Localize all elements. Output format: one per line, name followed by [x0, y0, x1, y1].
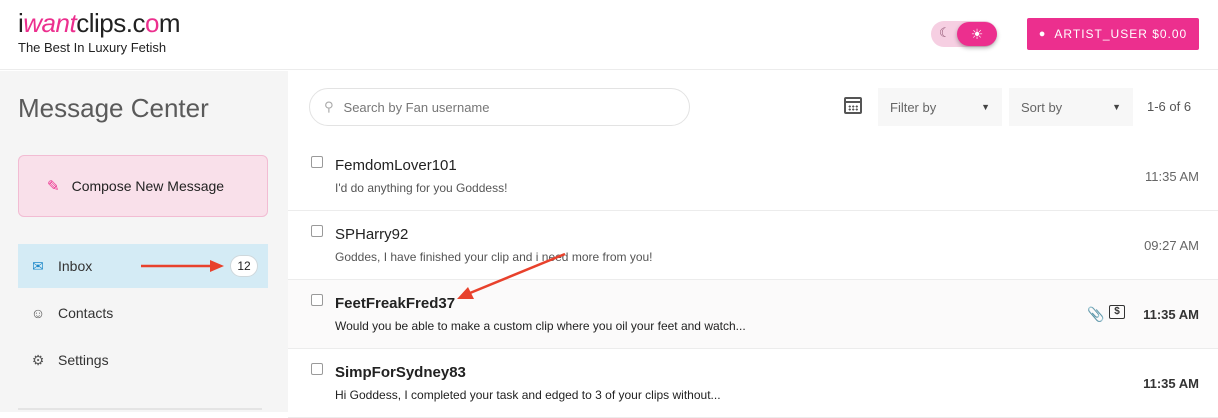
message-preview: Would you be able to make a custom clip …	[335, 319, 746, 333]
message-checkbox[interactable]	[311, 363, 323, 375]
tip-icon: $	[1109, 305, 1125, 319]
chevron-down-icon: ▼	[1112, 102, 1121, 112]
user-account-button[interactable]: ● ARTIST_USER $0.00	[1027, 18, 1199, 50]
compose-label: Compose New Message	[71, 178, 225, 194]
moon-icon: ☾	[939, 25, 951, 40]
message-time: 11:35 AM	[1143, 307, 1199, 322]
message-checkbox[interactable]	[311, 156, 323, 168]
chevron-down-icon: ▼	[981, 102, 990, 112]
sidebar: Message Center ✎ Compose New Message ✉ I…	[0, 71, 288, 412]
gear-icon: ⚙	[31, 351, 45, 368]
pagination-count: 1-6 of 6	[1147, 99, 1192, 114]
mail-icon: ✉	[32, 257, 44, 274]
sender-name: SimpForSydney83	[335, 364, 466, 381]
paperclip-icon: 📎	[1087, 306, 1105, 322]
message-preview: Hi Goddess, I completed your task and ed…	[335, 388, 721, 402]
sun-icon: ☀	[957, 22, 997, 46]
sender-name: FeetFreakFred37	[335, 295, 456, 312]
contacts-icon: ☺	[30, 305, 46, 321]
message-row[interactable]: SimpForSydney83 Hi Goddess, I completed …	[288, 349, 1218, 418]
sidebar-item-label: Settings	[58, 352, 109, 368]
logo[interactable]: iwantclips.com	[18, 8, 181, 38]
calendar-icon[interactable]	[844, 97, 862, 114]
compose-button[interactable]: ✎ Compose New Message	[18, 155, 268, 217]
user-account-label: ARTIST_USER $0.00	[1054, 27, 1188, 41]
top-header: iwantclips.com The Best In Luxury Fetish…	[0, 0, 1218, 70]
message-preview: I'd do anything for you Goddess!	[335, 181, 508, 195]
message-checkbox[interactable]	[311, 294, 323, 306]
sidebar-item-settings[interactable]: ⚙ Settings	[18, 338, 268, 382]
sort-label: Sort by	[1021, 99, 1063, 115]
message-time: 09:27 AM	[1144, 238, 1199, 253]
sidebar-item-label: Contacts	[58, 305, 114, 321]
theme-toggle[interactable]: ☾ ☀	[931, 21, 997, 47]
message-preview: Goddes, I have finished your clip and i …	[335, 250, 653, 264]
sort-dropdown[interactable]: Sort by ▼	[1009, 88, 1133, 126]
message-checkbox[interactable]	[311, 225, 323, 237]
sidebar-item-contacts[interactable]: ☺ Contacts	[18, 291, 268, 335]
message-row[interactable]: SPHarry92 Goddes, I have finished your c…	[288, 211, 1218, 280]
message-row[interactable]: FemdomLover101 I'd do anything for you G…	[288, 142, 1218, 211]
filter-dropdown[interactable]: Filter by ▼	[878, 88, 1002, 126]
inbox-count-badge: 12	[230, 255, 258, 277]
page-title: Message Center	[18, 93, 209, 123]
divider	[18, 408, 262, 410]
message-time: 11:35 AM	[1145, 169, 1199, 184]
pencil-icon: ✎	[47, 178, 60, 195]
message-row[interactable]: FeetFreakFred37 Would you be able to mak…	[288, 280, 1218, 349]
filter-label: Filter by	[890, 99, 937, 115]
tagline: The Best In Luxury Fetish	[18, 40, 167, 55]
sidebar-item-label: Inbox	[58, 258, 93, 274]
search-box[interactable]: ⚲	[309, 88, 690, 126]
search-icon: ⚲	[324, 99, 334, 114]
message-time: 11:35 AM	[1143, 376, 1199, 391]
sender-name: FemdomLover101	[335, 157, 457, 174]
search-input[interactable]	[343, 99, 644, 115]
sidebar-item-inbox[interactable]: ✉ Inbox 12	[18, 244, 268, 288]
sender-name: SPHarry92	[335, 226, 409, 243]
person-icon: ●	[1038, 28, 1047, 40]
